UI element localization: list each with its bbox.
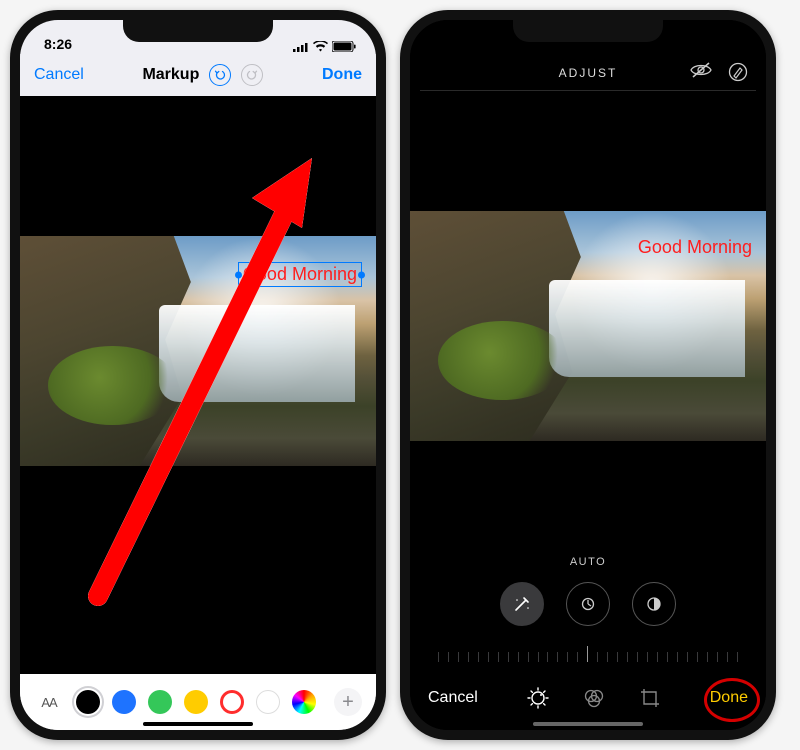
markup-canvas[interactable]: Good Morning: [20, 96, 376, 674]
adjust-bottom-bar: Cancel Done: [410, 666, 766, 730]
auto-label: AUTO: [410, 556, 766, 568]
done-button[interactable]: Done: [322, 66, 362, 84]
adjust-slider-ticks[interactable]: [438, 636, 738, 662]
color-swatch-green[interactable]: [148, 690, 172, 714]
battery-icon: [332, 41, 356, 52]
adjust-controls: AUTO: [410, 550, 766, 666]
color-swatch-red[interactable]: [220, 690, 244, 714]
edited-photo: Good Morning: [410, 211, 766, 441]
done-button[interactable]: Done: [710, 689, 748, 707]
cancel-button[interactable]: Cancel: [428, 689, 478, 707]
adjust-dial-row: [410, 582, 766, 626]
adjust-screen: ADJUST Good Morning AUTO: [410, 20, 766, 730]
cellular-icon: [293, 42, 309, 52]
add-markup-button[interactable]: +: [334, 688, 362, 716]
auto-enhance-dial[interactable]: [500, 582, 544, 626]
undo-button[interactable]: [209, 64, 231, 86]
status-icons: [293, 41, 356, 52]
markup-screen: 8:26 Cancel Markup: [20, 20, 376, 730]
resize-handle-right[interactable]: [358, 271, 365, 278]
markup-navbar: Cancel Markup Done: [20, 54, 376, 96]
device-notch: [513, 20, 663, 42]
adjust-tab-icon[interactable]: [527, 687, 549, 709]
color-swatch-yellow[interactable]: [184, 690, 208, 714]
visibility-off-icon[interactable]: [690, 62, 712, 82]
text-style-button[interactable]: AA: [34, 695, 64, 710]
home-indicator[interactable]: [533, 722, 643, 726]
markup-text-content: Good Morning: [638, 237, 752, 258]
tutorial-arrow-icon: [80, 144, 340, 614]
wifi-icon: [313, 41, 328, 52]
phone-markup: 8:26 Cancel Markup: [10, 10, 386, 740]
adjust-title: ADJUST: [559, 66, 618, 80]
cancel-button[interactable]: Cancel: [34, 66, 84, 84]
home-indicator[interactable]: [143, 722, 253, 726]
crop-tab-icon[interactable]: [639, 687, 661, 709]
color-picker-button[interactable]: [292, 690, 316, 714]
filters-tab-icon[interactable]: [583, 687, 605, 709]
color-swatch-white[interactable]: [256, 690, 280, 714]
phone-adjust: ADJUST Good Morning AUTO: [400, 10, 776, 740]
brilliance-dial[interactable]: [632, 582, 676, 626]
color-swatch-blue[interactable]: [112, 690, 136, 714]
color-swatch-black[interactable]: [76, 690, 100, 714]
adjust-canvas[interactable]: Good Morning: [410, 91, 766, 550]
redo-button: [241, 64, 263, 86]
markup-title: Markup: [142, 66, 199, 84]
device-notch: [123, 20, 273, 42]
status-time: 8:26: [44, 36, 72, 52]
markup-entry-icon[interactable]: [728, 62, 748, 82]
exposure-dial[interactable]: [566, 582, 610, 626]
